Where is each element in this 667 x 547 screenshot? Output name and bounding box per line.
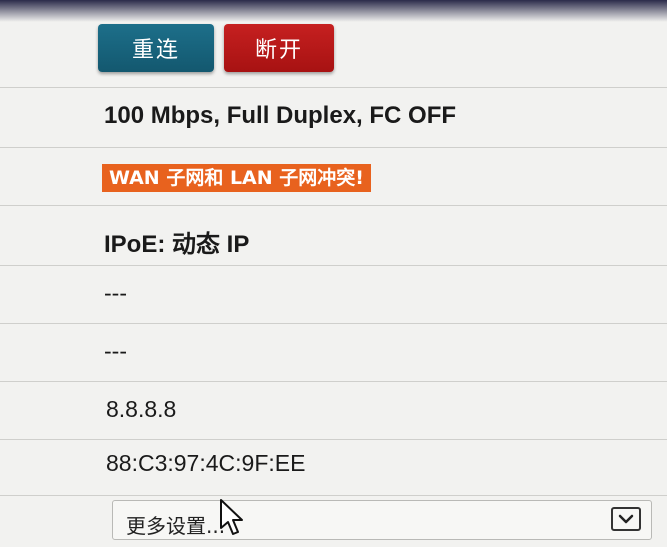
mac-address-value: 88:C3:97:4C:9F:EE: [106, 450, 306, 476]
field-1-row: ---: [0, 266, 667, 324]
more-settings-select[interactable]: 更多设置...: [112, 500, 652, 540]
dns-row: 8.8.8.8: [0, 382, 667, 440]
link-status-row: 100 Mbps, Full Duplex, FC OFF: [0, 88, 667, 148]
connection-type-value: IPoE: 动态 IP: [104, 231, 250, 258]
subnet-conflict-badge: WAN 子网和 LAN 子网冲突!: [102, 164, 371, 192]
chevron-down-icon[interactable]: [611, 507, 641, 531]
mouse-cursor-icon: [218, 498, 246, 543]
field-2-row: ---: [0, 324, 667, 382]
reconnect-button[interactable]: 重连: [98, 24, 214, 72]
field-2-value: ---: [104, 338, 127, 364]
link-status-value: 100 Mbps, Full Duplex, FC OFF: [104, 102, 457, 129]
router-wan-status-panel: 重连 断开 100 Mbps, Full Duplex, FC OFF WAN …: [0, 0, 667, 547]
mac-row: 88:C3:97:4C:9F:EE: [0, 440, 667, 496]
conflict-row: WAN 子网和 LAN 子网冲突!: [0, 148, 667, 206]
dns-value: 8.8.8.8: [106, 396, 177, 422]
more-settings-label: 更多设置...: [126, 514, 226, 538]
connection-type-row: IPoE: 动态 IP: [0, 206, 667, 266]
disconnect-button[interactable]: 断开: [224, 24, 334, 72]
actions-row: 重连 断开: [0, 0, 667, 88]
field-1-value: ---: [104, 280, 127, 306]
